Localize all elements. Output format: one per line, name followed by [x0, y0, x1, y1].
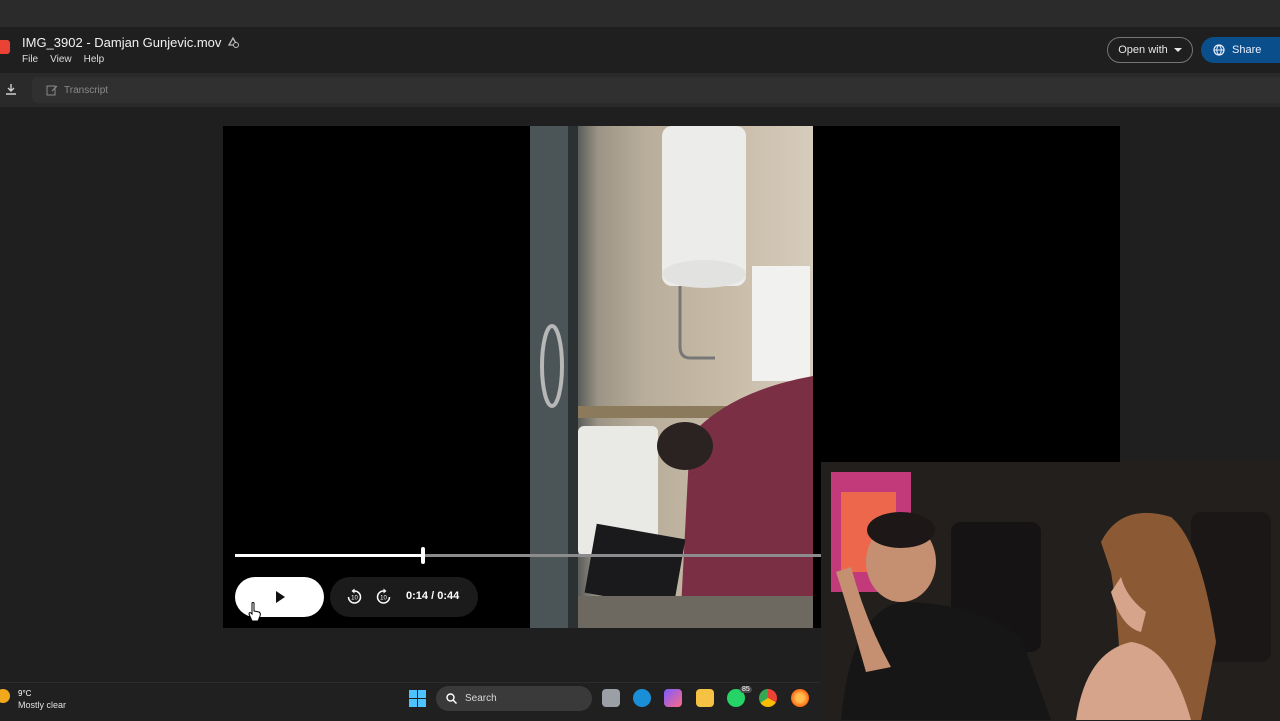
forward-10-icon[interactable]: 10 — [375, 588, 392, 605]
whatsapp-badge: 85 — [740, 686, 752, 693]
weather-temp: 9°C — [18, 689, 32, 698]
edge-browser-icon[interactable] — [633, 689, 651, 707]
file-explorer-icon[interactable] — [696, 689, 714, 707]
copilot-icon[interactable] — [664, 689, 682, 707]
firefox-icon[interactable] — [791, 689, 809, 707]
seek-bar-handle[interactable] — [421, 547, 425, 564]
duration: / 0:44 — [431, 590, 460, 602]
open-with-button[interactable]: Open with — [1107, 37, 1193, 63]
video-file-icon — [0, 40, 10, 54]
video-frame — [530, 126, 813, 628]
drive-status-icon[interactable] — [226, 35, 240, 49]
viewer-header — [0, 27, 1280, 73]
browser-top-strip — [0, 0, 1280, 27]
share-label: Share — [1232, 44, 1262, 56]
current-time: 0:14 — [406, 590, 429, 602]
video-scene — [530, 126, 813, 628]
webcam-scene — [821, 462, 1280, 720]
taskbar-search[interactable]: Search — [436, 686, 592, 711]
search-placeholder: Search — [465, 693, 497, 704]
menu-view[interactable]: View — [50, 54, 72, 65]
menu-file[interactable]: File — [22, 54, 38, 65]
edit-note-icon — [46, 85, 58, 96]
time-display: 0:14 / 0:44 — [406, 590, 459, 602]
file-title: IMG_3902 - Damjan Gunjevic.mov — [22, 35, 222, 50]
open-with-label: Open with — [1118, 44, 1168, 56]
chevron-down-icon — [1173, 48, 1182, 52]
play-icon — [275, 591, 285, 603]
transcript-label: Transcript — [64, 84, 109, 96]
webcam-overlay — [821, 462, 1280, 720]
svg-text:10: 10 — [351, 596, 358, 602]
svg-text:10: 10 — [380, 596, 387, 602]
transcript-button[interactable]: Transcript — [32, 77, 1280, 103]
weather-condition: Mostly clear — [18, 700, 67, 710]
globe-icon — [1213, 44, 1225, 56]
hand-cursor-icon — [248, 602, 261, 622]
windows-start-icon[interactable] — [409, 690, 426, 707]
rewind-10-icon[interactable]: 10 — [346, 588, 363, 605]
chrome-icon[interactable] — [759, 689, 777, 707]
seek-bar-progress — [235, 554, 423, 557]
share-button[interactable]: Share — [1201, 37, 1280, 63]
search-icon — [446, 693, 457, 704]
download-icon[interactable] — [4, 82, 18, 96]
menu-bar: File View Help — [22, 54, 104, 65]
menu-help[interactable]: Help — [84, 54, 105, 65]
task-view-icon[interactable] — [602, 689, 620, 707]
